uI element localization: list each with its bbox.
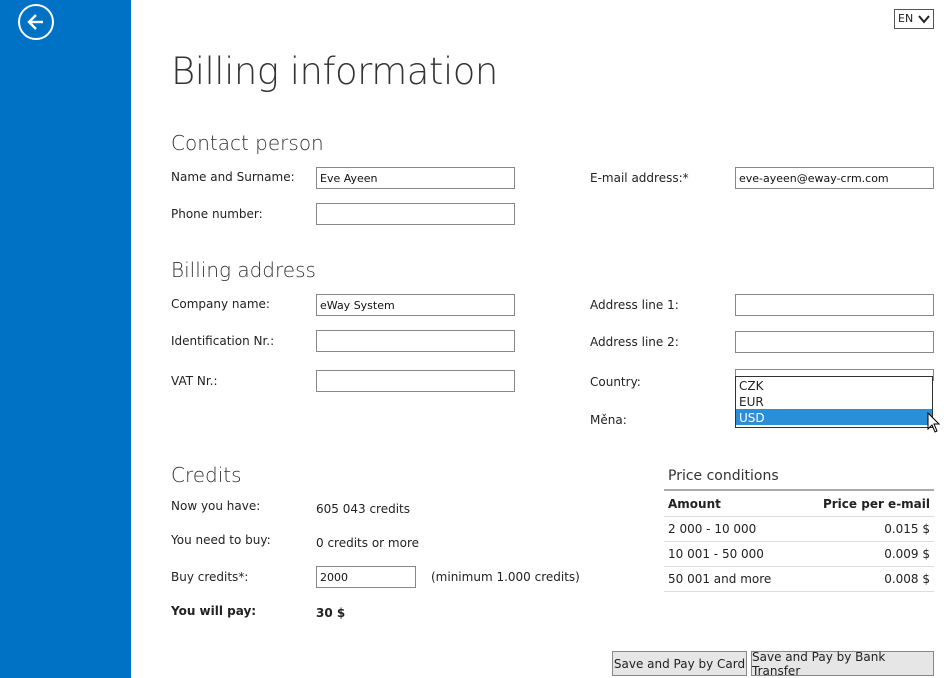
address1-label: Address line 1:: [590, 298, 679, 312]
vat-input[interactable]: [316, 370, 515, 392]
pay-label: You will pay:: [171, 604, 257, 618]
name-input[interactable]: Eve Ayeen: [316, 167, 515, 189]
phone-input[interactable]: [316, 203, 515, 225]
have-value: 605 043 credits: [316, 502, 410, 516]
row-amount: 2 000 - 10 000: [668, 522, 757, 536]
need-label: You need to buy:: [171, 533, 271, 547]
pay-by-bank-button[interactable]: Save and Pay by Bank Transfer: [751, 650, 934, 678]
address2-input[interactable]: [735, 331, 934, 353]
pay-value: 30 $: [316, 606, 346, 620]
table-row: 2 000 - 10 000 0.015 $: [664, 517, 934, 542]
email-label: E-mail address:*: [590, 171, 689, 185]
name-label: Name and Surname:: [171, 170, 295, 184]
phone-label: Phone number:: [171, 207, 263, 221]
need-value: 0 credits or more: [316, 536, 419, 550]
table-row: 10 001 - 50 000 0.009 $: [664, 542, 934, 567]
row-amount: 50 001 and more: [668, 572, 772, 586]
row-price: 0.008 $: [884, 572, 930, 586]
email-input[interactable]: eve-ayeen@eway-crm.com: [735, 167, 934, 189]
price-table-header: Amount Price per e-mail: [664, 491, 934, 517]
sidebar: [0, 0, 131, 678]
company-label: Company name:: [171, 297, 270, 311]
identification-input[interactable]: [316, 330, 515, 352]
country-label: Country:: [590, 375, 641, 389]
price-table: Amount Price per e-mail 2 000 - 10 000 0…: [664, 489, 934, 592]
chevron-down-icon: [918, 15, 930, 24]
table-row: 50 001 and more 0.008 $: [664, 567, 934, 592]
mouse-cursor-icon: [927, 412, 941, 433]
price-conditions-title: Price conditions: [668, 468, 779, 484]
have-label: Now you have:: [171, 499, 261, 513]
back-button[interactable]: [18, 4, 54, 40]
row-amount: 10 001 - 50 000: [668, 547, 764, 561]
identification-label: Identification Nr.:: [171, 334, 275, 348]
row-price: 0.009 $: [884, 547, 930, 561]
address2-label: Address line 2:: [590, 335, 679, 349]
buy-hint: (minimum 1.000 credits): [431, 570, 580, 584]
pay-by-card-button[interactable]: Save and Pay by Card: [612, 651, 747, 676]
vat-label: VAT Nr.:: [171, 374, 218, 388]
language-select[interactable]: EN: [894, 9, 934, 29]
billing-section-title: Billing address: [171, 258, 316, 282]
arrow-left-icon: [27, 14, 43, 30]
currency-dropdown-list[interactable]: CZK EUR USD: [735, 376, 933, 428]
company-input[interactable]: eWay System: [316, 294, 515, 316]
buy-label: Buy credits*:: [171, 570, 249, 584]
currency-option-usd[interactable]: USD: [736, 409, 932, 425]
address1-input[interactable]: [735, 294, 934, 316]
currency-option-eur[interactable]: EUR: [736, 393, 932, 409]
currency-label: Měna:: [590, 413, 627, 427]
row-price: 0.015 $: [884, 522, 930, 536]
currency-option-czk[interactable]: CZK: [736, 377, 932, 393]
buy-credits-input[interactable]: 2000: [316, 566, 416, 588]
credits-section-title: Credits: [171, 463, 242, 487]
language-value: EN: [898, 12, 914, 25]
page-title: Billing information: [171, 50, 498, 93]
col-price: Price per e-mail: [822, 496, 930, 511]
col-amount: Amount: [668, 496, 721, 511]
contact-section-title: Contact person: [171, 131, 324, 155]
